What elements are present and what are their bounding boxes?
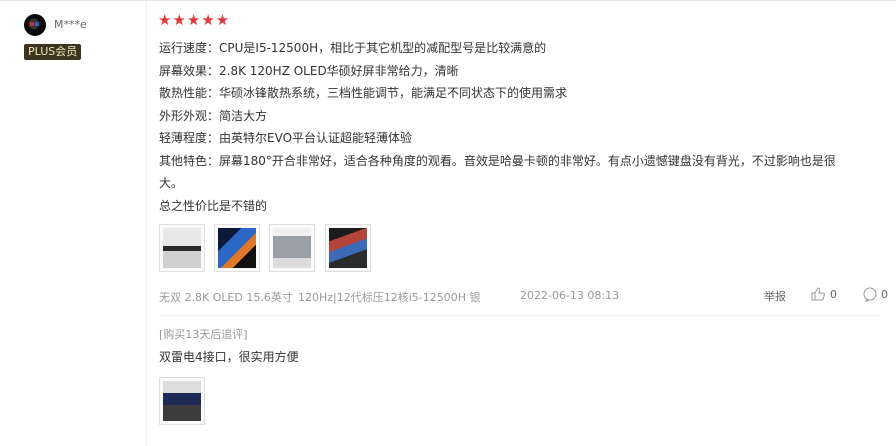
review-line-other-cont: 大。	[159, 176, 184, 190]
review-image[interactable]	[269, 224, 315, 272]
review-line-cooling: 散热性能：华硕冰锋散热系统，三档性能调节，能满足不同状态下的使用需求	[159, 86, 568, 100]
comment-count: 0	[881, 288, 888, 301]
product-config: 120Hz|12代标压12核i5-12500H 银	[298, 291, 481, 304]
review-line-appearance: 外形外观：简洁大方	[159, 108, 268, 123]
followup-text: 双雷电4接口，很实用方便	[159, 350, 299, 364]
review-line-weight: 轻薄程度：由英特尔EVO平台认证超能轻薄体验	[159, 131, 413, 145]
column-separator	[146, 0, 147, 446]
review-page: M***e PLUS会员 ★★★★★ 运行速度：CPU是I5-12500H，相比…	[0, 0, 896, 446]
followup-image[interactable]	[159, 377, 205, 425]
review-line-other: 其他特色：屏幕180°开合非常好，适合各种角度的观看。音效是哈曼卡顿的非常好。有…	[159, 153, 836, 168]
report-button[interactable]: 举报	[764, 288, 786, 304]
followup-divider	[159, 315, 879, 316]
thumbs-up-icon[interactable]	[810, 286, 826, 302]
product-variant: 无双 2.8K OLED 15.6英寸	[159, 291, 293, 304]
review-line-screen: 屏幕效果：2.8K 120HZ OLED华硕好屏非常给力，清晰	[159, 63, 459, 78]
review-image[interactable]	[159, 224, 205, 272]
review-line-speed: 运行速度：CPU是I5-12500H，相比于其它机型的减配型号是比较满意的	[159, 41, 547, 55]
like-count: 0	[830, 288, 837, 301]
avatar[interactable]	[24, 14, 46, 36]
username[interactable]: M***e	[54, 18, 87, 31]
review-image[interactable]	[214, 224, 260, 272]
review-date: 2022-06-13 08:13	[520, 289, 620, 302]
comment-icon[interactable]	[862, 286, 878, 302]
star-rating: ★★★★★	[158, 11, 231, 29]
top-divider	[0, 0, 896, 1]
followup-label: [购买13天后追评]	[159, 328, 248, 341]
review-image[interactable]	[325, 224, 371, 272]
review-content: 运行速度：CPU是I5-12500H，相比于其它机型的减配型号是比较满意的 屏幕…	[159, 37, 879, 217]
plus-member-badge: PLUS会员	[24, 44, 82, 60]
review-line-summary: 总之性价比是不错的	[159, 198, 268, 213]
